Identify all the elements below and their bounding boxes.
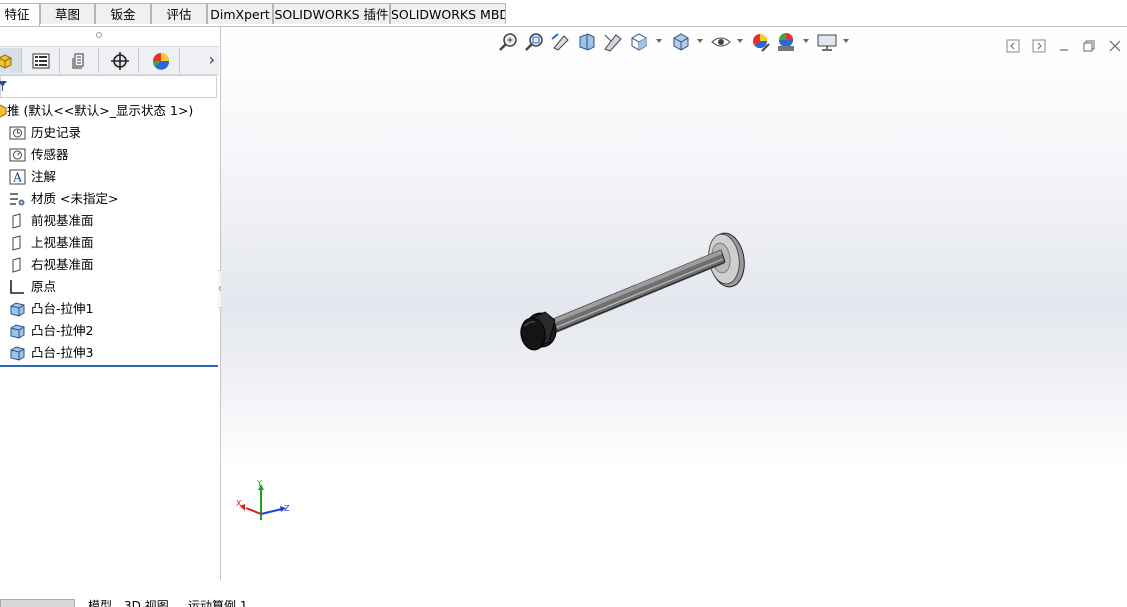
tab-solidworks-mbd[interactable]: SOLIDWORKS MBD <box>390 3 506 24</box>
hide-show-dropdown-icon[interactable] <box>737 39 743 43</box>
property-list-icon <box>32 53 49 68</box>
reference-triad: Y X Z <box>236 479 290 520</box>
graphics-viewport[interactable]: Y X Z <box>221 27 1127 580</box>
tab-evaluate[interactable]: 评估 <box>151 3 207 24</box>
feature-manager-tab[interactable] <box>0 48 22 73</box>
bottom-tab-motion-study[interactable]: 运动算例 1 <box>188 599 247 607</box>
restore-icon[interactable] <box>1082 39 1096 53</box>
tree-item-label: 前视基准面 <box>31 213 94 228</box>
collapse-left-icon[interactable] <box>1006 39 1020 53</box>
tree-root-label: 推 (默认<<默认>_显示状态 1>) <box>7 103 194 118</box>
apply-scene-icon[interactable] <box>775 31 797 53</box>
material-icon <box>10 193 25 206</box>
bottom-tab-3d-views[interactable]: 3D 视图 <box>124 599 169 607</box>
zoom-to-fit-icon[interactable] <box>498 31 520 53</box>
minimize-icon[interactable] <box>1057 39 1071 53</box>
triad-x-label: X <box>236 499 242 508</box>
tree-item-label: 凸台-拉伸1 <box>31 301 94 316</box>
display-style-dropdown-icon[interactable] <box>697 39 703 43</box>
bottom-tab-scroller[interactable] <box>0 599 75 607</box>
tab-solidworks-addins[interactable]: SOLIDWORKS 插件 <box>273 3 390 24</box>
panel-tab-strip: › <box>0 46 219 75</box>
extrude-icon <box>10 324 25 339</box>
section-view-icon[interactable] <box>576 31 598 53</box>
panel-tabs-more-icon[interactable]: › <box>209 50 215 69</box>
tree-item-label: 原点 <box>31 279 57 294</box>
feature-manager-panel: › 推 (默认<<默认>_显示状态 1>) 历史记录 传感器 A 注解 材质 <… <box>0 27 247 607</box>
annotation-icon: A <box>9 169 26 185</box>
apply-scene-dropdown-icon[interactable] <box>803 39 809 43</box>
plane-icon <box>12 235 21 251</box>
tree-item-label: 凸台-拉伸2 <box>31 323 94 338</box>
origin-icon <box>10 280 24 294</box>
feature-filter-row[interactable] <box>0 75 217 98</box>
close-icon[interactable] <box>1108 39 1122 53</box>
tree-item-label: 凸台-拉伸3 <box>31 345 94 360</box>
sensor-icon <box>9 148 26 162</box>
tree-item-label: 材质 <未指定> <box>31 191 119 206</box>
appearance-pie-icon <box>152 52 169 70</box>
bottom-tab-strip: 模型 3D 视图 运动算例 1 <box>0 599 270 607</box>
svg-text:A: A <box>12 171 22 185</box>
tree-item-label: 注解 <box>31 169 57 184</box>
tree-item-label: 右视基准面 <box>31 257 94 272</box>
tab-dimxpert[interactable]: DimXpert <box>207 3 273 24</box>
display-manager-tab[interactable] <box>142 48 180 73</box>
tab-features[interactable]: 特征 <box>0 3 40 26</box>
bottom-tab-model[interactable]: 模型 <box>88 599 112 607</box>
view-settings-monitor-icon[interactable] <box>816 31 838 53</box>
tree-item-label: 历史记录 <box>31 125 82 140</box>
property-manager-tab[interactable] <box>22 48 60 73</box>
tree-item-label: 上视基准面 <box>31 235 94 250</box>
part-model-3d[interactable] <box>511 222 761 352</box>
edit-appearance-icon[interactable] <box>750 31 772 53</box>
triad-y-label: Y <box>256 479 262 488</box>
crosshair-icon <box>110 51 129 70</box>
configuration-manager-tab[interactable] <box>61 48 99 73</box>
tree-item-label: 传感器 <box>31 147 69 162</box>
tab-sheet-metal[interactable]: 钣金 <box>95 3 151 24</box>
command-manager-tabs: 特征 草图 钣金 评估 DimXpert SOLIDWORKS 插件 SOLID… <box>0 0 1127 27</box>
zoom-to-area-icon[interactable] <box>524 31 546 53</box>
view-settings-dropdown-icon[interactable] <box>843 39 849 43</box>
filter-icon <box>0 81 7 91</box>
part-icon <box>0 53 11 69</box>
plane-icon <box>12 257 21 273</box>
extrude-icon <box>10 302 25 317</box>
configuration-icon <box>72 53 83 68</box>
extrude-icon <box>10 346 25 361</box>
hide-show-items-icon[interactable] <box>710 31 732 53</box>
triad-z-label: Z <box>284 504 290 513</box>
display-style-icon[interactable] <box>670 31 692 53</box>
collapse-right-icon[interactable] <box>1032 39 1046 53</box>
view-orientation-dropdown-icon[interactable] <box>656 39 662 43</box>
tab-sketch[interactable]: 草图 <box>40 3 95 24</box>
dynamic-annotation-icon[interactable] <box>602 31 624 53</box>
history-icon <box>9 126 26 140</box>
panel-grip-handle[interactable] <box>96 32 102 38</box>
previous-view-icon[interactable] <box>550 31 572 53</box>
view-orientation-icon[interactable] <box>628 31 650 53</box>
plane-icon <box>12 213 21 229</box>
dimxpert-manager-tab[interactable] <box>101 48 139 73</box>
rollback-bar[interactable] <box>0 365 218 367</box>
